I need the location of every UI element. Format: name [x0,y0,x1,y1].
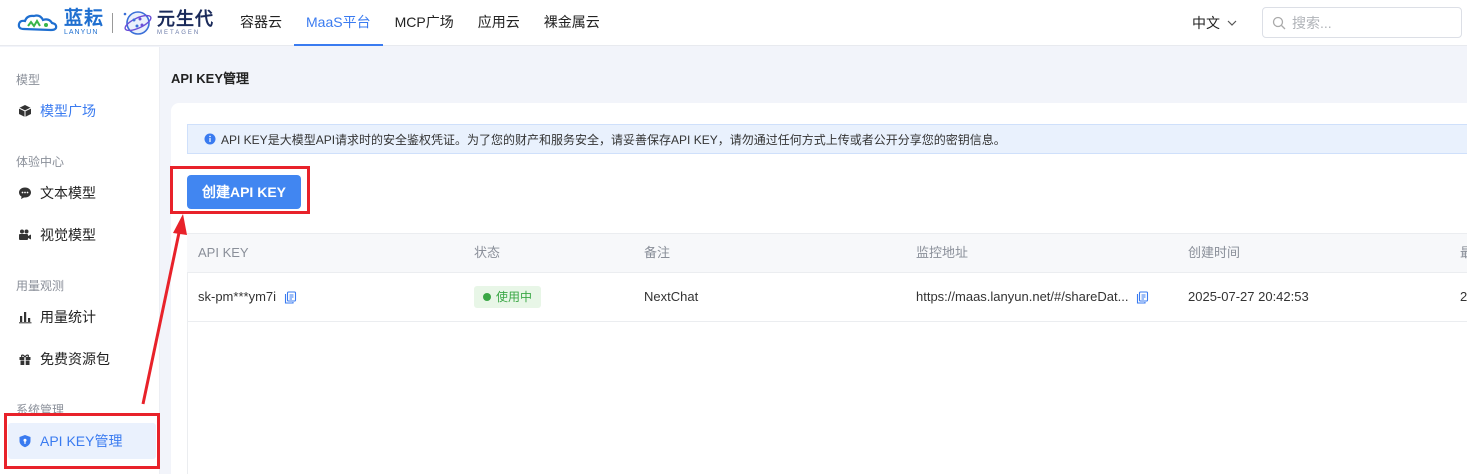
column-header-monitor-url: 监控地址 [916,245,969,260]
nav-mcp-plaza[interactable]: MCP广场 [383,0,466,46]
brand-divider [112,12,114,33]
bar-chart-icon [19,312,32,324]
cell-api-key: sk-pm***ym7i [198,273,297,321]
metagen-logo[interactable]: 元生代 METAGEN [123,8,214,38]
status-dot [483,293,491,301]
last-column-value: 2 [1460,289,1467,304]
sidebar-item-label: 模型广场 [40,103,96,119]
column-header-remark: 备注 [644,245,671,260]
sidebar-item-label: API KEY管理 [40,433,123,449]
monitor-url-value[interactable]: https://maas.lanyun.net/#/shareDat... [916,273,1128,321]
column-header-last: 最 [1460,245,1467,260]
info-alert: API KEY是大模型API请求时的安全鉴权凭证。为了您的财产和服务安全，请妥善… [187,124,1467,154]
cell-last: 2 [1460,273,1467,321]
sidebar-item-vision-model[interactable]: 视觉模型 [8,217,156,253]
created-at-value: 2025-07-27 20:42:53 [1188,289,1309,304]
cell-remark: NextChat [644,273,698,321]
sidebar-item-model-plaza[interactable]: 模型广场 [8,93,156,129]
nav-maas-platform[interactable]: MaaS平台 [294,0,383,46]
cube-icon [18,105,32,117]
status-badge: 使用中 [474,286,542,308]
shield-icon [19,435,31,448]
language-selector[interactable]: 中文 [1192,0,1238,46]
status-label: 使用中 [496,290,533,304]
create-api-key-button[interactable]: 创建API KEY [187,175,301,209]
cell-monitor-url: https://maas.lanyun.net/#/shareDat... [916,273,1149,321]
sidebar-item-label: 文本模型 [40,185,96,201]
video-camera-icon [19,229,31,240]
lanyun-logo-cn: 蓝耘 [64,8,105,29]
api-key-table: API KEY 状态 备注 监控地址 创建时间 最 sk-pm***ym7i 使… [187,233,1467,322]
column-header-api-key: API KEY [198,245,249,260]
globe-logo-icon [123,10,152,35]
metagen-logo-en: METAGEN [157,29,201,36]
column-header-created-at: 创建时间 [1188,245,1241,260]
sidebar-item-label: 用量统计 [40,309,96,325]
cell-status: 使用中 [474,273,542,321]
copy-icon[interactable] [1136,290,1149,304]
sidebar-item-label: 视觉模型 [40,227,96,243]
sidebar-group-usage: 用量观测 [16,279,65,293]
sidebar-group-system: 系统管理 [16,403,65,417]
cell-created-at: 2025-07-27 20:42:53 [1188,273,1309,321]
table-row: sk-pm***ym7i 使用中 NextChat https://maas.l… [187,273,1467,322]
top-navbar: 蓝耘 LANYUN 元生代 METAGEN 容器云 MaaS平台 MCP广场 应… [0,0,1467,46]
search-input[interactable] [1292,14,1452,31]
main-nav: 容器云 MaaS平台 MCP广场 应用云 裸金属云 [228,0,612,46]
lanyun-logo[interactable]: 蓝耘 LANYUN [16,9,104,36]
info-alert-text: API KEY是大模型API请求时的安全鉴权凭证。为了您的财产和服务安全，请妥善… [221,132,1006,147]
sidebar-group-experience: 体验中心 [16,155,65,169]
copy-icon[interactable] [284,290,297,304]
gift-icon [19,354,31,365]
sidebar: 模型 模型广场 体验中心 文本模型 视觉模型 用量观测 用量统计 免费资源包 系… [0,47,160,474]
nav-bare-metal-cloud[interactable]: 裸金属云 [532,0,612,46]
metagen-logo-cn: 元生代 [157,8,215,29]
column-header-status: 状态 [474,245,501,260]
search-icon [1272,16,1286,29]
nav-app-cloud[interactable]: 应用云 [466,0,532,46]
lanyun-logo-en: LANYUN [64,29,99,36]
remark-value: NextChat [644,289,699,304]
language-label: 中文 [1192,15,1220,31]
chevron-down-icon [1227,20,1237,26]
sidebar-item-label: 免费资源包 [40,351,110,367]
chat-bubble-icon [19,187,31,199]
sidebar-group-model: 模型 [16,73,41,87]
info-icon [204,133,216,145]
cloud-logo-icon [17,13,58,31]
sidebar-item-text-model[interactable]: 文本模型 [8,175,156,211]
page-title: API KEY管理 [171,71,250,86]
sidebar-item-free-pack[interactable]: 免费资源包 [8,341,156,377]
brand-logos[interactable]: 蓝耘 LANYUN 元生代 METAGEN [16,0,214,46]
table-header: API KEY 状态 备注 监控地址 创建时间 最 [187,233,1467,273]
sidebar-item-usage-stats[interactable]: 用量统计 [8,299,156,335]
api-key-value: sk-pm***ym7i [198,289,277,304]
nav-container-cloud[interactable]: 容器云 [228,0,294,46]
search-box[interactable] [1262,7,1462,38]
sidebar-item-api-key[interactable]: API KEY管理 [8,423,156,459]
